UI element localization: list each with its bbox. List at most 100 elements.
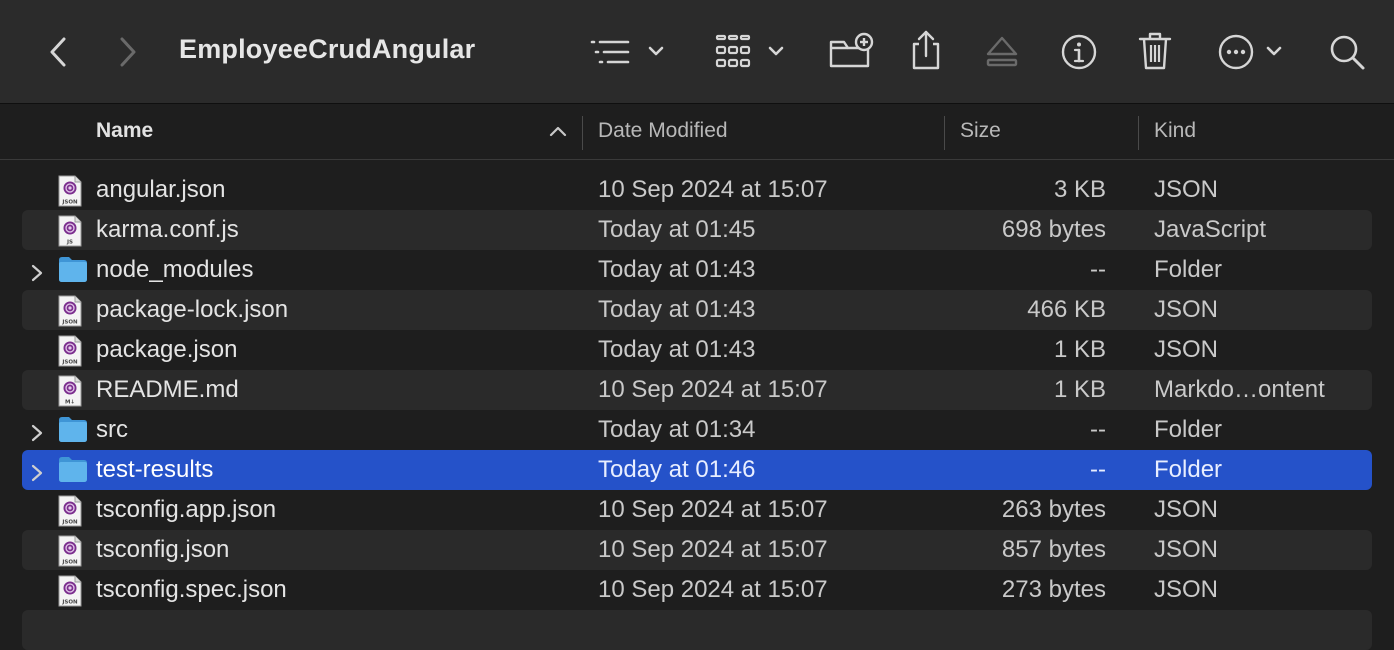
info-icon [1061, 34, 1097, 70]
file-row[interactable]: JSON tsconfig.app.json 10 Sep 2024 at 15… [22, 490, 1372, 530]
search-button[interactable] [1326, 32, 1368, 72]
file-kind: JSON [1154, 536, 1219, 563]
file-kind: Markdo…ontent [1154, 376, 1325, 403]
file-size: 273 bytes [1001, 576, 1106, 603]
file-name: package.json [96, 336, 238, 363]
svg-text:JSON: JSON [61, 200, 78, 206]
file-kind: Folder [1154, 256, 1223, 283]
file-date: 10 Sep 2024 at 15:07 [598, 576, 828, 603]
toolbar: EmployeeCrudAngular [0, 0, 1394, 104]
file-size: 857 bytes [1001, 536, 1106, 563]
column-divider[interactable] [582, 116, 583, 150]
file-date: 10 Sep 2024 at 15:07 [598, 376, 828, 403]
file-kind: JSON [1154, 576, 1219, 603]
forward-button[interactable] [114, 34, 142, 70]
file-date: Today at 01:46 [598, 456, 756, 483]
disclosure-triangle-icon[interactable] [30, 261, 44, 289]
svg-text:JS: JS [66, 240, 73, 246]
svg-text:M↓: M↓ [65, 399, 75, 406]
file-name: tsconfig.app.json [96, 496, 277, 523]
window-title: EmployeeCrudAngular [179, 34, 476, 64]
json-file-icon: JSON [58, 495, 82, 534]
column-date-modified[interactable]: Date Modified [598, 104, 728, 160]
file-name: node_modules [96, 256, 254, 283]
folder-row[interactable]: node_modules Today at 01:43 -- Folder [22, 250, 1372, 290]
svg-text:JSON: JSON [61, 560, 78, 566]
file-name: README.md [96, 376, 239, 403]
file-date: Today at 01:43 [598, 336, 756, 363]
file-name: src [96, 416, 128, 443]
file-name: test-results [96, 456, 214, 483]
file-size: 466 KB [1027, 296, 1106, 323]
more-button[interactable] [1216, 32, 1288, 72]
file-kind: JSON [1154, 296, 1219, 323]
folder-icon [58, 455, 88, 490]
folder-icon [58, 415, 88, 450]
file-size: 698 bytes [1001, 216, 1106, 243]
disclosure-triangle-icon[interactable] [30, 421, 44, 449]
file-row[interactable]: JSON tsconfig.spec.json 10 Sep 2024 at 1… [22, 570, 1372, 610]
share-button[interactable] [908, 28, 944, 72]
new-folder-button[interactable] [828, 32, 876, 72]
svg-text:JSON: JSON [61, 320, 78, 326]
file-date: Today at 01:34 [598, 416, 756, 443]
file-name: tsconfig.json [96, 536, 230, 563]
file-kind: JSON [1154, 336, 1219, 363]
trash-button[interactable] [1136, 30, 1174, 72]
back-icon [50, 37, 66, 67]
svg-text:JSON: JSON [61, 520, 78, 526]
column-header: Name Date Modified Size Kind [0, 104, 1394, 160]
trash-icon [1138, 32, 1172, 70]
file-date: 10 Sep 2024 at 15:07 [598, 496, 828, 523]
file-row[interactable]: JSON tsconfig.json 10 Sep 2024 at 15:07 … [22, 530, 1372, 570]
svg-text:JSON: JSON [61, 600, 78, 606]
file-name: tsconfig.spec.json [96, 576, 287, 603]
file-kind: Folder [1154, 456, 1223, 483]
column-divider[interactable] [944, 116, 945, 150]
file-kind: JSON [1154, 176, 1219, 203]
folder-row[interactable]: src Today at 01:34 -- Folder [22, 410, 1372, 450]
json-file-icon: JSON [58, 295, 82, 334]
json-file-icon: JSON [58, 175, 82, 214]
group-options-button[interactable] [714, 32, 786, 72]
column-name[interactable]: Name [96, 104, 153, 160]
file-size: -- [1090, 456, 1106, 483]
file-name: package-lock.json [96, 296, 289, 323]
file-size: 263 bytes [1001, 496, 1106, 523]
sort-ascending-icon[interactable] [548, 124, 568, 138]
file-size: -- [1090, 416, 1106, 443]
file-row[interactable]: JS karma.conf.js Today at 01:45 698 byte… [22, 210, 1372, 250]
column-kind[interactable]: Kind [1154, 104, 1196, 160]
more-icon [1218, 34, 1282, 70]
column-divider[interactable] [1138, 116, 1139, 150]
svg-text:JSON: JSON [61, 360, 78, 366]
file-kind: Folder [1154, 416, 1223, 443]
get-info-button[interactable] [1060, 33, 1098, 71]
column-size[interactable]: Size [960, 104, 1001, 160]
file-date: 10 Sep 2024 at 15:07 [598, 176, 828, 203]
list-view-icon [590, 40, 664, 64]
json-file-icon: JSON [58, 575, 82, 614]
eject-icon [986, 36, 1018, 67]
file-row[interactable]: JSON package-lock.json Today at 01:43 46… [22, 290, 1372, 330]
folder-row-selected[interactable]: test-results Today at 01:46 -- Folder [22, 450, 1372, 490]
file-size: 3 KB [1053, 176, 1106, 203]
file-kind: JavaScript [1154, 216, 1267, 243]
file-row[interactable]: JSON angular.json 10 Sep 2024 at 15:07 3… [22, 170, 1372, 210]
file-size: 1 KB [1053, 336, 1106, 363]
javascript-file-icon: JS [58, 215, 82, 254]
forward-icon [120, 37, 136, 67]
file-size: -- [1090, 256, 1106, 283]
search-icon [1330, 35, 1365, 70]
file-name: karma.conf.js [96, 216, 239, 243]
view-options-button[interactable] [588, 34, 668, 70]
disclosure-triangle-icon[interactable] [30, 461, 44, 489]
file-date: Today at 01:43 [598, 256, 756, 283]
back-button[interactable] [44, 34, 72, 70]
eject-button[interactable] [984, 34, 1020, 70]
file-size: 1 KB [1053, 376, 1106, 403]
file-row[interactable]: JSON package.json Today at 01:43 1 KB JS… [22, 330, 1372, 370]
grid-view-icon [715, 34, 784, 68]
file-row[interactable]: M↓ README.md 10 Sep 2024 at 15:07 1 KB M… [22, 370, 1372, 410]
file-kind: JSON [1154, 496, 1219, 523]
